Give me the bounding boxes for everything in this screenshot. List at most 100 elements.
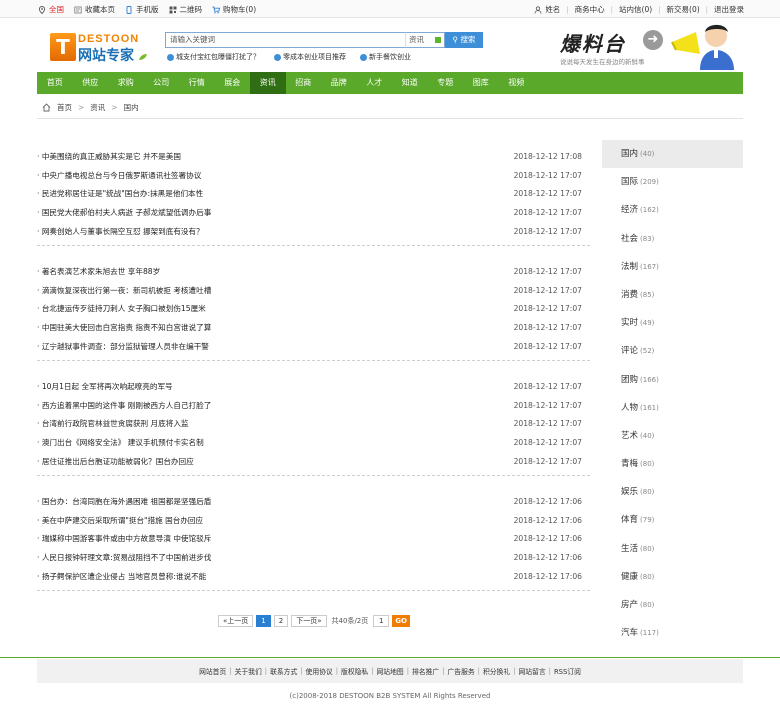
news-title-link[interactable]: · 网奏创始人与董事长隔空互怼 挪架到底有没有？ [37, 226, 204, 237]
breadcrumb-domestic[interactable]: 国内 [124, 102, 139, 113]
nav-item[interactable]: 行情 [179, 72, 215, 94]
news-title-link[interactable]: · 滴滴恢复深夜出行第一夜：新司机被拒 考核遭吐槽 [37, 285, 211, 296]
search-scope-select[interactable]: 资讯 [405, 32, 445, 48]
news-title-link[interactable]: · 辽宁越狱事件调查：部分监狱管理人员非在编干警 [37, 341, 209, 352]
footer-link[interactable]: 网站地图 [377, 666, 404, 676]
sidebar-item[interactable]: 国际 (209) [602, 168, 743, 196]
sidebar-item[interactable]: 国内 (40) [602, 140, 743, 169]
logo-english: DESTOON [78, 33, 140, 45]
footer-link[interactable]: 排名推广 [412, 666, 439, 676]
sidebar-item[interactable]: 社会 (83) [602, 225, 743, 253]
logout-link[interactable]: 退出登录 [714, 4, 744, 15]
hot-link[interactable]: 零成本创业项目推荐 [274, 52, 346, 62]
page-jump-input[interactable]: 1 [373, 615, 390, 627]
sidebar-item-label: 实时 [621, 318, 639, 329]
nav-item[interactable]: 视频 [499, 72, 535, 94]
sidebar-item[interactable]: 健康 (80) [602, 563, 743, 591]
news-title-link[interactable]: · 民进党称居住证是"统战"国台办:抹黑是他们本性 [37, 188, 203, 199]
news-title-link[interactable]: · 中国驻美大使回击白宫指责 指责不知白宫谁说了算 [37, 322, 211, 333]
site-logo[interactable]: T DESTOON 网站专家 [50, 33, 148, 64]
nav-item[interactable]: 图库 [463, 72, 499, 94]
footer-link[interactable]: 联系方式 [270, 666, 297, 676]
nav-item[interactable]: 知道 [392, 72, 428, 94]
news-title-link[interactable]: · 台湾前行政院官林益世贪腐获刑 月底将入监 [37, 418, 189, 429]
sidebar-item-count: (209) [640, 178, 659, 187]
breadcrumb-news[interactable]: 资讯 [90, 102, 105, 113]
news-title-link[interactable]: · 居住证推出后台胞证功能被弱化？国台办回应 [37, 456, 194, 467]
footer-link[interactable]: 网站留言 [518, 666, 545, 676]
sidebar-item[interactable]: 房产 (80) [602, 591, 743, 619]
sidebar-item-label: 团购 [621, 374, 639, 385]
sidebar-item[interactable]: 体育 (79) [602, 506, 743, 534]
news-title-link[interactable]: · 台北捷运传歹徒持刀刺人 女子胸口被划伤15厘米 [37, 303, 206, 314]
sidebar-item[interactable]: 娱乐 (80) [602, 478, 743, 506]
nav-item[interactable]: 专题 [428, 72, 464, 94]
news-title-link[interactable]: · 澳门出台《网络安全法》 建议手机预付卡实名制 [37, 437, 204, 448]
footer-link[interactable]: 积分换礼 [483, 666, 510, 676]
news-title-link[interactable]: · 国民党大佬郝伯村夫人病逝 子郝龙斌望低调办后事 [37, 207, 211, 218]
cart-link[interactable]: 购物车(0) [212, 4, 256, 15]
search-input[interactable]: 请输入关键词 [165, 32, 405, 48]
nav-item[interactable]: 人才 [357, 72, 393, 94]
sidebar-item[interactable]: 消费 (85) [602, 281, 743, 309]
mobile-link[interactable]: 手机版 [125, 4, 159, 15]
nav-item[interactable]: 招商 [286, 72, 322, 94]
news-title-link[interactable]: · 中央广播电视总台与今日俄罗斯通讯社签署协议 [37, 170, 201, 181]
business-center-link[interactable]: 商务中心 [575, 4, 605, 15]
nav-item[interactable]: 公司 [144, 72, 180, 94]
news-title-link[interactable]: · 瑞媒称中国游客事件或由中方故意导演 中使馆驳斥 [37, 533, 211, 544]
user-link[interactable]: 姓名 [534, 4, 560, 15]
footer-link[interactable]: RSS订阅 [554, 666, 581, 676]
nav-item[interactable]: 品牌 [321, 72, 357, 94]
favorite-link[interactable]: 收藏本页 [74, 4, 115, 15]
page-button[interactable]: 2 [273, 615, 289, 627]
nav-item[interactable]: 资讯 [250, 72, 286, 94]
footer-link[interactable]: 广告服务 [447, 666, 474, 676]
nav-item[interactable]: 展会 [215, 72, 251, 94]
news-title-link[interactable]: · 美在中萨建交后采取所谓"挺台"措施 国台办回应 [37, 515, 203, 526]
news-title-link[interactable]: · 扬子鳄保护区遭企业侵占 当地官员曾称:谁说不能 [37, 571, 206, 582]
next-page-button[interactable]: 下一页» [291, 615, 327, 627]
qrcode-link[interactable]: 二维码 [169, 4, 202, 15]
promo-banner[interactable]: 爆料台 ➜ 说说每天发生在身边的新鲜事 [555, 24, 745, 70]
footer-separator: | [406, 667, 409, 675]
news-title-link[interactable]: · 10月1日起 全军将再次响起嘹亮的军号 [37, 381, 173, 392]
news-title-link[interactable]: · 人民日报钟轩理文章:贸易战阻挡不了中国前进步伐 [37, 552, 211, 563]
news-row: · 台湾前行政院官林益世贪腐获刑 月底将入监 2018-12-12 17:07 [37, 415, 590, 434]
search-button-label: 搜索 [460, 35, 476, 44]
news-title-link[interactable]: · 著名表演艺术家朱旭去世 享年88岁 [37, 266, 160, 277]
sidebar-item[interactable]: 生活 (80) [602, 535, 743, 563]
inbox-link[interactable]: 站内信(0) [619, 4, 652, 15]
nav-item[interactable]: 供应 [73, 72, 109, 94]
footer-link[interactable]: 使用协议 [306, 666, 333, 676]
breadcrumb-home[interactable]: 首页 [57, 102, 72, 113]
location-link[interactable]: 全国 [38, 4, 64, 15]
nav-item[interactable]: 首页 [37, 72, 73, 94]
footer-link[interactable]: 网站首页 [199, 666, 226, 676]
divider: | [658, 5, 661, 14]
hot-link[interactable]: 新手餐饮创业 [360, 52, 411, 62]
news-title-link[interactable]: · 国台办：台湾同胞在海外遇困难 祖国都是坚强后盾 [37, 496, 211, 507]
prev-page-button[interactable]: «上一页 [218, 615, 254, 627]
footer-link[interactable]: 版权隐私 [341, 666, 368, 676]
go-button[interactable]: GO [392, 615, 410, 627]
deal-link[interactable]: 新交易(0) [667, 4, 700, 15]
footer-separator: | [264, 667, 268, 675]
footer-link[interactable]: 关于我们 [235, 666, 262, 676]
sidebar-item[interactable]: 汽车 (117) [602, 619, 743, 647]
nav-item[interactable]: 求购 [108, 72, 144, 94]
sidebar-item[interactable]: 评论 (52) [602, 337, 743, 365]
sidebar-item[interactable]: 实时 (49) [602, 309, 743, 337]
sidebar-item[interactable]: 团购 (166) [602, 366, 743, 394]
hot-link[interactable]: 城支付宝红包曝僵打扰了？ [167, 52, 260, 62]
search-button[interactable]: ⚲ 搜索 [445, 32, 483, 48]
news-title-link[interactable]: · 西方追着黑中国的这件事 刚刚被西方人自己打脸了 [37, 400, 211, 411]
page-button-current[interactable]: 1 [256, 615, 271, 627]
news-title-link[interactable]: · 中美围绕的真正威胁其实是它 并不是美国 [37, 151, 181, 162]
sidebar-item[interactable]: 艺术 (40) [602, 422, 743, 450]
sidebar-item[interactable]: 经济 (162) [602, 196, 743, 224]
sidebar-item[interactable]: 法制 (167) [602, 253, 743, 281]
sidebar-item[interactable]: 青梅 (80) [602, 450, 743, 478]
sidebar-item[interactable]: 人物 (161) [602, 394, 743, 422]
sidebar-item-label: 人物 [621, 402, 639, 413]
